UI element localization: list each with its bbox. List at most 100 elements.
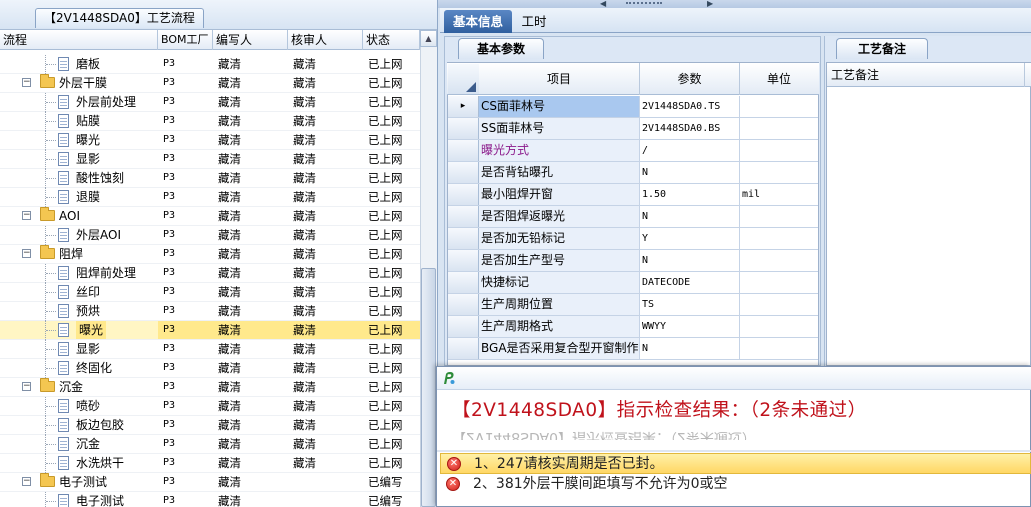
- tree-row[interactable]: 喷砂 P3 藏清 藏清 已上网: [0, 397, 420, 416]
- tree-row[interactable]: 板边包胶 P3 藏清 藏清 已上网: [0, 416, 420, 435]
- param-row[interactable]: 是否阻焊返曝光 N: [448, 206, 818, 228]
- param-row[interactable]: 曝光方式 /: [448, 140, 818, 162]
- tree-row[interactable]: 丝印 P3 藏清 藏清 已上网: [0, 283, 420, 302]
- tree-row[interactable]: − 外层干膜 P3 藏清 藏清 已上网: [0, 74, 420, 93]
- tree-row[interactable]: 阻焊前处理 P3 藏清 藏清 已上网: [0, 264, 420, 283]
- column-header-item[interactable]: 项目: [479, 63, 640, 95]
- tree-row[interactable]: 曝光 P3 藏清 藏清 已上网: [0, 131, 420, 150]
- param-value-cell[interactable]: 2V1448SDA0.TS: [640, 96, 740, 117]
- row-indicator[interactable]: [448, 162, 479, 183]
- param-unit-cell[interactable]: [740, 206, 818, 227]
- tree-row[interactable]: 预烘 P3 藏清 藏清 已上网: [0, 302, 420, 321]
- param-unit-cell[interactable]: [740, 96, 818, 117]
- collapse-toggle-icon[interactable]: −: [22, 249, 31, 258]
- param-unit-cell[interactable]: [740, 316, 818, 337]
- process-notes-box[interactable]: [826, 62, 1031, 366]
- tab-work-hours[interactable]: 工时: [514, 10, 554, 33]
- column-header-bom[interactable]: BOM工厂: [158, 30, 213, 50]
- collapse-toggle-icon[interactable]: −: [22, 211, 31, 220]
- param-unit-cell[interactable]: [740, 140, 818, 161]
- column-header-unit[interactable]: 单位: [740, 63, 818, 95]
- row-indicator[interactable]: [448, 272, 479, 293]
- column-header-writer[interactable]: 编写人: [213, 30, 288, 50]
- row-indicator[interactable]: [448, 118, 479, 139]
- row-indicator[interactable]: [448, 184, 479, 205]
- param-value-cell[interactable]: 1.50: [640, 184, 740, 205]
- param-unit-cell[interactable]: [740, 162, 818, 183]
- tree-row[interactable]: 酸性蚀刻 P3 藏清 藏清 已上网: [0, 169, 420, 188]
- param-unit-cell[interactable]: [740, 118, 818, 139]
- collapse-toggle-icon[interactable]: −: [22, 477, 31, 486]
- row-indicator[interactable]: [448, 316, 479, 337]
- row-indicator[interactable]: [448, 206, 479, 227]
- process-notes-tab[interactable]: 工艺备注: [836, 38, 928, 59]
- splitter-grip-icon[interactable]: [626, 2, 662, 5]
- tree-row[interactable]: − 沉金 P3 藏清 藏清 已上网: [0, 378, 420, 397]
- tree-scrollbar-thumb[interactable]: [421, 268, 436, 507]
- tab-basic-info[interactable]: 基本信息: [444, 10, 512, 33]
- param-value-cell[interactable]: N: [640, 250, 740, 271]
- basic-params-tab[interactable]: 基本参数: [458, 38, 544, 59]
- row-indicator[interactable]: [448, 250, 479, 271]
- column-header-notes[interactable]: 工艺备注: [831, 63, 879, 87]
- param-row[interactable]: 是否加生产型号 N: [448, 250, 818, 272]
- param-value-cell[interactable]: N: [640, 338, 740, 359]
- tree-row[interactable]: − 电子测试 P3 藏清 已编写: [0, 473, 420, 492]
- param-row[interactable]: ▸ CS面菲林号 2V1448SDA0.TS: [448, 96, 818, 118]
- tree-row[interactable]: 显影 P3 藏清 藏清 已上网: [0, 150, 420, 169]
- collapse-toggle-icon[interactable]: −: [22, 382, 31, 391]
- tree-row[interactable]: 水洗烘干 P3 藏清 藏清 已上网: [0, 454, 420, 473]
- param-value-cell[interactable]: DATECODE: [640, 272, 740, 293]
- tree-row[interactable]: 贴膜 P3 藏清 藏清 已上网: [0, 112, 420, 131]
- tree-row[interactable]: 终固化 P3 藏清 藏清 已上网: [0, 359, 420, 378]
- column-header-reviewer[interactable]: 核审人: [288, 30, 363, 50]
- tree-row[interactable]: − 阻焊 P3 藏清 藏清 已上网: [0, 245, 420, 264]
- param-value-cell[interactable]: 2V1448SDA0.BS: [640, 118, 740, 139]
- param-unit-cell[interactable]: mil: [740, 184, 818, 205]
- param-value-cell[interactable]: N: [640, 162, 740, 183]
- tree-row[interactable]: 曝光 P3 藏清 藏清 已上网: [0, 321, 420, 340]
- tree-row[interactable]: 电子测试 P3 藏清 已编写: [0, 492, 420, 507]
- splitter-right-arrow-icon[interactable]: ▶: [707, 0, 713, 8]
- issue-item[interactable]: ✕ 2、381外层干膜间距填写不允许为0或空: [440, 474, 1031, 495]
- column-header-param[interactable]: 参数: [640, 63, 740, 95]
- param-row[interactable]: 生产周期格式 WWYY: [448, 316, 818, 338]
- param-value-cell[interactable]: WWYY: [640, 316, 740, 337]
- row-indicator[interactable]: ▸: [448, 96, 479, 117]
- top-splitter[interactable]: ◀ ▶: [438, 0, 1031, 8]
- issue-item[interactable]: ✕ 1、247请核实周期是否已封。: [440, 453, 1031, 474]
- row-indicator[interactable]: [448, 140, 479, 161]
- tree-row[interactable]: 磨板 P3 藏清 藏清 已上网: [0, 55, 420, 74]
- column-header-process[interactable]: 流程: [0, 30, 158, 50]
- param-unit-cell[interactable]: [740, 338, 818, 359]
- param-row[interactable]: BGA是否采用复合型开窗制作 N: [448, 338, 818, 360]
- param-unit-cell[interactable]: [740, 250, 818, 271]
- param-value-cell[interactable]: Y: [640, 228, 740, 249]
- column-header-status[interactable]: 状态: [363, 30, 420, 50]
- param-unit-cell[interactable]: [740, 272, 818, 293]
- dialog-titlebar[interactable]: [437, 367, 1031, 390]
- param-row[interactable]: 最小阻焊开窗 1.50 mil: [448, 184, 818, 206]
- tree-row[interactable]: 退膜 P3 藏清 藏清 已上网: [0, 188, 420, 207]
- splitter-left-arrow-icon[interactable]: ◀: [600, 0, 606, 8]
- tree-row[interactable]: 沉金 P3 藏清 藏清 已上网: [0, 435, 420, 454]
- param-row[interactable]: 是否背钻曝孔 N: [448, 162, 818, 184]
- row-indicator[interactable]: [448, 338, 479, 359]
- param-row[interactable]: 是否加无铅标记 Y: [448, 228, 818, 250]
- row-indicator[interactable]: [448, 228, 479, 249]
- tree-row[interactable]: 显影 P3 藏清 藏清 已上网: [0, 340, 420, 359]
- tree-row[interactable]: 外层AOI P3 藏清 藏清 已上网: [0, 226, 420, 245]
- tree-row[interactable]: − AOI P3 藏清 藏清 已上网: [0, 207, 420, 226]
- process-flow-tab[interactable]: 【2V1448SDA0】工艺流程: [35, 8, 204, 28]
- param-row[interactable]: 生产周期位置 TS: [448, 294, 818, 316]
- param-row[interactable]: SS面菲林号 2V1448SDA0.BS: [448, 118, 818, 140]
- param-value-cell[interactable]: N: [640, 206, 740, 227]
- scroll-up-arrow-icon[interactable]: ▲: [420, 30, 437, 47]
- param-value-cell[interactable]: /: [640, 140, 740, 161]
- tree-row[interactable]: 外层前处理 P3 藏清 藏清 已上网: [0, 93, 420, 112]
- collapse-toggle-icon[interactable]: −: [22, 78, 31, 87]
- param-row[interactable]: 快捷标记 DATECODE: [448, 272, 818, 294]
- row-indicator[interactable]: [448, 294, 479, 315]
- param-unit-cell[interactable]: [740, 294, 818, 315]
- param-value-cell[interactable]: TS: [640, 294, 740, 315]
